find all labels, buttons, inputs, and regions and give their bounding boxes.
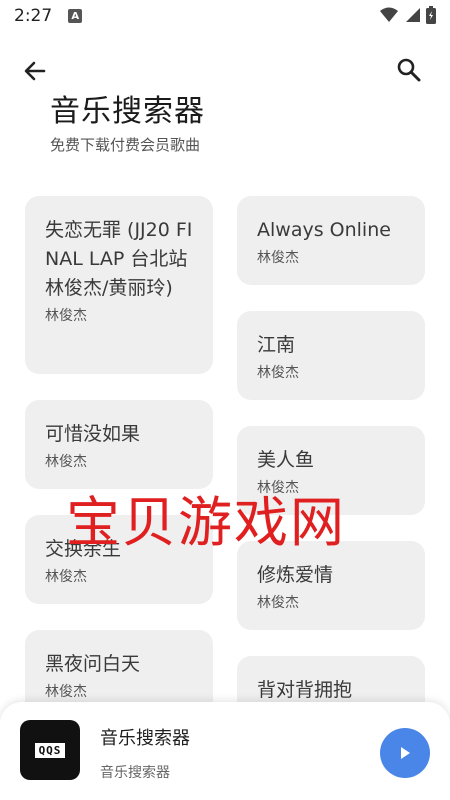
player-subtitle: 音乐搜索器 <box>100 765 170 781</box>
song-artist: 林俊杰 <box>45 684 87 700</box>
search-icon <box>397 58 421 82</box>
song-title: 黑夜问白天 <box>45 653 141 675</box>
status-time: 2:27 <box>14 6 53 26</box>
signal-icon <box>406 8 420 22</box>
search-button[interactable] <box>394 55 424 85</box>
battery-icon <box>426 6 436 24</box>
play-icon <box>401 747 410 759</box>
watermark: 宝贝游戏网 <box>66 491 346 554</box>
song-card[interactable]: 失恋无罪 (JJ20 FINAL LAP 台北站 林俊杰/黄丽玲) 林俊杰 <box>25 196 213 374</box>
song-artist: 林俊杰 <box>257 250 299 266</box>
page-title: 音乐搜索器 <box>50 94 205 129</box>
song-title: 可惜没如果 <box>45 423 141 445</box>
player-title: 音乐搜索器 <box>100 728 190 749</box>
song-title: Always Online <box>257 219 391 241</box>
song-artist: 林俊杰 <box>45 569 87 585</box>
song-title: 美人鱼 <box>257 449 315 471</box>
song-card[interactable]: 可惜没如果 林俊杰 <box>25 400 213 489</box>
arrow-left-icon <box>24 61 46 81</box>
song-title: 江南 <box>257 334 296 356</box>
album-art: QQS <box>20 720 80 780</box>
song-title: 修炼爱情 <box>257 564 334 586</box>
song-title: 失恋无罪 (JJ20 FINAL LAP 台北站 林俊杰/黄丽玲) <box>45 219 193 299</box>
song-artist: 林俊杰 <box>257 595 299 611</box>
song-artist: 林俊杰 <box>45 454 87 470</box>
mini-player[interactable]: QQS 音乐搜索器 音乐搜索器 <box>0 702 450 800</box>
status-bar: 2:27 A <box>0 0 450 32</box>
song-artist: 林俊杰 <box>45 308 87 324</box>
song-card[interactable]: 江南 林俊杰 <box>237 311 425 400</box>
notification-icon: A <box>68 9 83 23</box>
wifi-icon <box>380 7 398 22</box>
song-artist: 林俊杰 <box>257 365 299 381</box>
status-icons <box>380 6 436 24</box>
song-card[interactable]: Always Online 林俊杰 <box>237 196 425 285</box>
album-art-label: QQS <box>34 742 66 758</box>
page-subtitle: 免费下载付费会员歌曲 <box>50 136 201 154</box>
play-button[interactable] <box>380 728 430 778</box>
song-title: 背对背拥抱 <box>257 679 353 701</box>
back-button[interactable] <box>20 56 50 86</box>
